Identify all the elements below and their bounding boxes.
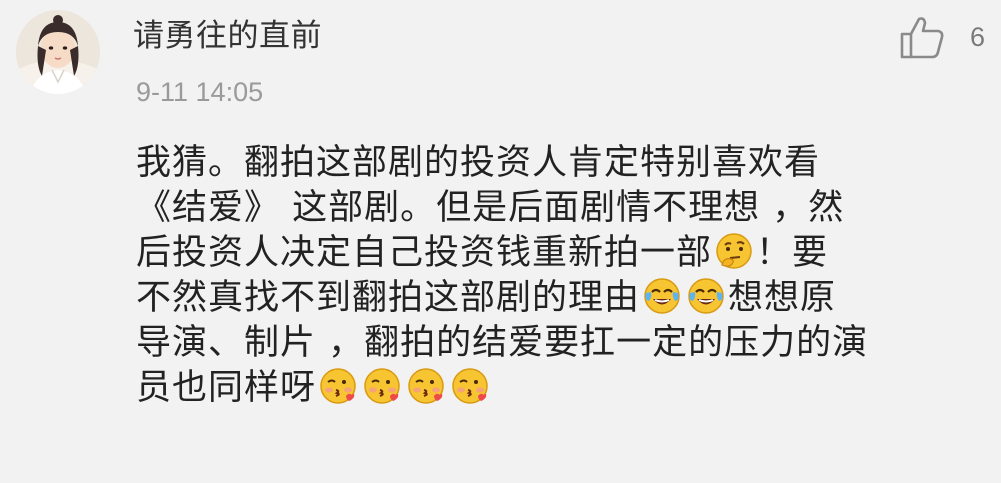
comment-text-segment: 后投资人决定自己投资钱重新拍一部 xyxy=(136,233,713,273)
thumbs-up-icon[interactable] xyxy=(898,14,946,60)
comment-line: 我猜。翻拍这部剧的投资人肯定特别喜欢看 xyxy=(136,141,936,186)
crying-laughing-emoji-icon xyxy=(642,276,682,316)
comment-item: 请勇往的直前 9-11 14:05 6 我猜。翻拍这部剧的投资人肯定特别喜欢看《… xyxy=(0,0,1001,483)
like-count: 6 xyxy=(969,21,985,52)
comment-text-segment: 《结爱》 这部剧。但是后面剧情不理想 ，然 xyxy=(136,188,845,228)
avatar[interactable] xyxy=(16,10,100,94)
crying-laughing-emoji-icon xyxy=(686,276,726,316)
username[interactable]: 请勇往的直前 xyxy=(133,14,322,58)
kissing-emoji-icon xyxy=(406,366,446,406)
comment-line: 不然真找不到翻拍这部剧的理由 想想原 xyxy=(136,276,936,321)
comment-text-segment: 不然真找不到翻拍这部剧的理由 xyxy=(136,278,641,318)
comment-line: 导演、制片 ，翻拍的结爱要扛一定的压力的演 xyxy=(136,321,936,366)
comment-text: 我猜。翻拍这部剧的投资人肯定特别喜欢看 《结爱》 这部剧。但是后面剧情不理想 ，然… xyxy=(136,141,936,411)
avatar-illustration xyxy=(16,10,100,94)
comment-text-segment: 我猜。翻拍这部剧的投资人肯定特别喜欢看 xyxy=(136,143,821,183)
kissing-emoji-icon xyxy=(318,366,358,406)
like-button[interactable]: 6 xyxy=(898,14,985,60)
timestamp: 9-11 14:05 xyxy=(136,77,264,107)
comment-text-segment: 员也同样呀 xyxy=(136,368,317,408)
kissing-emoji-icon xyxy=(450,366,490,406)
comment-text-segment: 导演、制片 ，翻拍的结爱要扛一定的压力的演 xyxy=(136,323,869,363)
thinking-emoji-icon xyxy=(714,231,754,271)
comment-text-segment: ！要 xyxy=(756,233,829,273)
kissing-emoji-icon xyxy=(362,366,402,406)
comment-line: 《结爱》 这部剧。但是后面剧情不理想 ，然 xyxy=(136,186,936,231)
comment-text-segment: 想想原 xyxy=(728,278,837,318)
comment-line: 员也同样呀 xyxy=(136,366,936,411)
comment-line: 后投资人决定自己投资钱重新拍一部 ！要 xyxy=(136,231,936,276)
